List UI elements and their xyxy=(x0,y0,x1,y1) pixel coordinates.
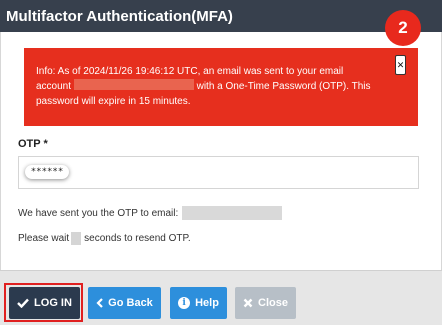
close-icon: ✕ xyxy=(396,59,405,70)
wait-prefix: Please wait xyxy=(18,233,70,244)
otp-masked-value: ****** xyxy=(25,165,69,179)
alert-line-2-prefix: account xyxy=(36,81,72,92)
close-label: Close xyxy=(258,297,288,309)
go-back-button[interactable]: Go Back xyxy=(88,287,161,319)
redacted-email xyxy=(182,206,283,220)
alert-line-1: Info: As of 2024/11/26 19:46:12 UTC, an … xyxy=(36,66,344,77)
resend-wait-message: Please wait seconds to resend OTP. xyxy=(18,232,191,245)
check-icon xyxy=(17,298,29,308)
wait-suffix: seconds to resend OTP. xyxy=(84,233,191,244)
alert-close-button[interactable]: ✕ xyxy=(395,55,406,75)
redacted-countdown xyxy=(71,232,82,245)
redacted-email xyxy=(73,79,194,90)
go-back-label: Go Back xyxy=(108,297,153,309)
window-title: Multifactor Authentication(MFA) xyxy=(6,7,233,25)
close-button[interactable]: Close xyxy=(235,287,296,319)
login-button[interactable]: LOG IN xyxy=(9,287,80,319)
otp-label: OTP * xyxy=(18,138,48,150)
help-button[interactable]: i Help xyxy=(170,287,227,319)
info-alert: Info: As of 2024/11/26 19:46:12 UTC, an … xyxy=(24,48,418,126)
otp-sent-text: We have sent you the OTP to email: xyxy=(18,207,179,219)
chevron-left-icon xyxy=(96,298,103,308)
otp-sent-message: We have sent you the OTP to email: xyxy=(18,206,283,220)
alert-line-3: password will expire in 15 minutes. xyxy=(36,96,191,107)
alert-line-2: account with a One-Time Password (OTP). … xyxy=(36,79,388,94)
otp-input[interactable]: ****** xyxy=(18,156,419,189)
close-icon xyxy=(243,298,253,308)
help-label: Help xyxy=(195,297,219,309)
alert-line-2-suffix: with a One-Time Password (OTP). This xyxy=(196,81,371,92)
window-title-bar: Multifactor Authentication(MFA) xyxy=(0,0,442,32)
step-number-badge: 2 xyxy=(385,10,421,46)
info-icon: i xyxy=(178,297,191,309)
login-label: LOG IN xyxy=(34,297,72,309)
